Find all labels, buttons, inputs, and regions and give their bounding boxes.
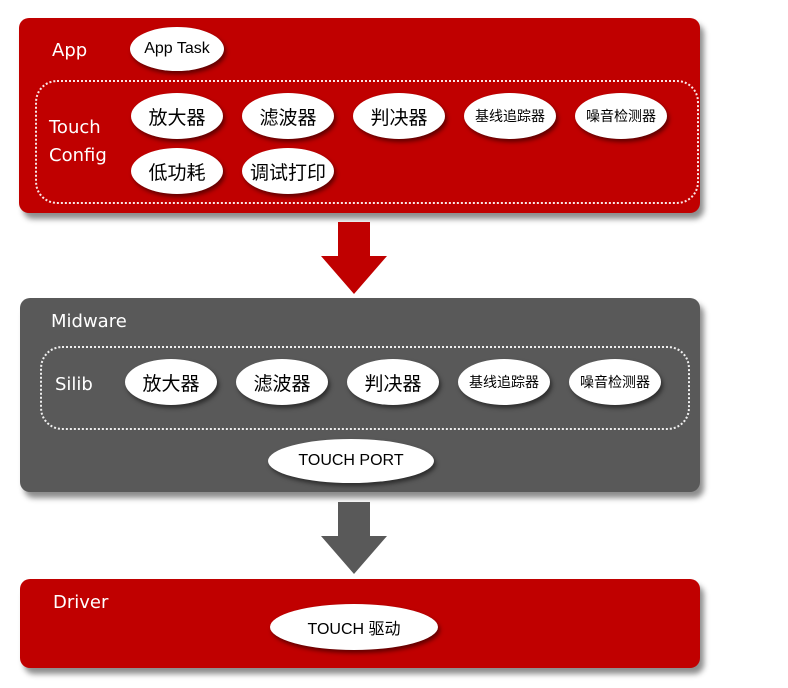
touch-port-node[interactable]: TOUCH PORT <box>268 439 434 483</box>
baseline-tracker-node[interactable]: 基线追踪器 <box>464 93 556 139</box>
driver-layer: Driver TOUCH 驱动 <box>20 579 700 668</box>
midware-amplifier-node[interactable]: 放大器 <box>125 359 217 405</box>
touch-config-label-line1: Touch <box>49 117 101 138</box>
driver-layer-label: Driver <box>53 592 109 613</box>
touch-config-label-line2: Config <box>49 145 107 166</box>
noise-detector-node[interactable]: 噪音检测器 <box>575 93 667 139</box>
midware-layer-label: Midware <box>51 311 127 332</box>
amplifier-node[interactable]: 放大器 <box>131 93 223 139</box>
midware-noise-detector-node[interactable]: 噪音检测器 <box>569 359 661 405</box>
midware-filter-node[interactable]: 滤波器 <box>236 359 328 405</box>
decider-node[interactable]: 判决器 <box>353 93 445 139</box>
midware-baseline-tracker-node[interactable]: 基线追踪器 <box>458 359 550 405</box>
debug-print-node[interactable]: 调试打印 <box>242 148 334 194</box>
arrow-down-icon <box>321 222 387 294</box>
low-power-node[interactable]: 低功耗 <box>131 148 223 194</box>
midware-decider-node[interactable]: 判决器 <box>347 359 439 405</box>
filter-node[interactable]: 滤波器 <box>242 93 334 139</box>
app-layer-label: App <box>52 40 88 61</box>
touch-driver-node[interactable]: TOUCH 驱动 <box>270 604 438 650</box>
arrow-down-icon <box>321 502 387 574</box>
app-task-node[interactable]: App Task <box>130 27 224 71</box>
app-layer: App App Task Touch Config 放大器 滤波器 判决器 基线… <box>19 18 700 213</box>
silib-label: Silib <box>55 374 93 395</box>
midware-layer: Midware Silib 放大器 滤波器 判决器 基线追踪器 噪音检测器 TO… <box>20 298 700 492</box>
